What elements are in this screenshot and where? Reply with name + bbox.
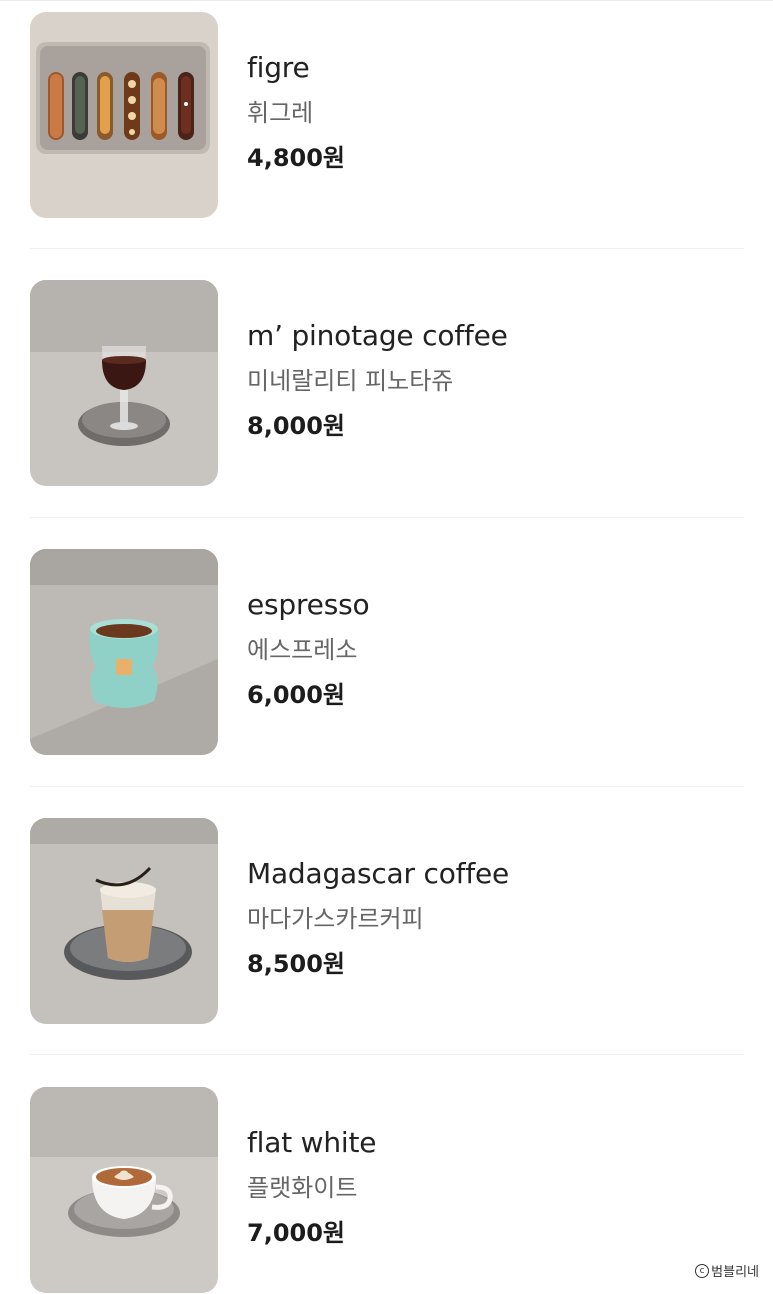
item-price: 8,000원	[247, 412, 345, 440]
menu-item-image	[30, 1087, 218, 1293]
menu-item-info: flat white 플랫화이트 7,000원	[247, 1125, 377, 1249]
menu-item[interactable]: Madagascar coffee 마다가스카르커피 8,500원	[0, 806, 773, 1075]
item-price: 7,000원	[247, 1219, 345, 1247]
divider	[30, 1054, 744, 1055]
menu-item[interactable]: espresso 에스프레소 6,000원	[0, 537, 773, 806]
item-name-english: flat white	[247, 1126, 377, 1159]
divider	[30, 786, 744, 787]
copyright-text: 범블리네	[711, 1265, 759, 1280]
figre-image	[30, 12, 218, 218]
divider	[30, 517, 744, 518]
item-name-english: figre	[247, 51, 310, 84]
item-name-korean: 휘그레	[247, 99, 314, 127]
item-name-english: m’ pinotage coffee	[247, 319, 508, 352]
menu-item[interactable]: m’ pinotage coffee 미네랄리티 피노타쥬 8,000원	[0, 268, 773, 537]
menu-item-image	[30, 549, 218, 755]
flat-white-image	[30, 1087, 218, 1293]
item-price: 4,800원	[247, 144, 345, 172]
divider	[30, 248, 744, 249]
pinotage-image	[30, 280, 218, 486]
item-name-korean: 플랫화이트	[247, 1174, 358, 1202]
copyright-icon: c	[695, 1263, 710, 1278]
item-name-english: Madagascar coffee	[247, 857, 510, 890]
menu-item-image	[30, 280, 218, 486]
menu-item-image	[30, 818, 218, 1024]
item-name-english: espresso	[247, 588, 370, 621]
item-name-korean: 마다가스카르커피	[247, 905, 424, 933]
menu-item-info: m’ pinotage coffee 미네랄리티 피노타쥬 8,000원	[247, 318, 508, 442]
espresso-image	[30, 549, 218, 755]
madagascar-image	[30, 818, 218, 1024]
menu-item-image	[30, 12, 218, 218]
menu-item[interactable]: figre 휘그레 4,800원	[0, 0, 773, 269]
item-price: 6,000원	[247, 681, 345, 709]
item-name-korean: 에스프레소	[247, 636, 358, 664]
menu-item[interactable]: flat white 플랫화이트 7,000원	[0, 1075, 773, 1294]
menu-item-info: Madagascar coffee 마다가스카르커피 8,500원	[247, 856, 509, 980]
menu-item-info: espresso 에스프레소 6,000원	[247, 587, 370, 711]
item-price: 8,500원	[247, 950, 345, 978]
item-name-korean: 미네랄리티 피노타쥬	[247, 367, 454, 395]
menu-item-info: figre 휘그레 4,800원	[247, 50, 345, 174]
copyright-label: c 범블리네	[695, 1261, 759, 1280]
